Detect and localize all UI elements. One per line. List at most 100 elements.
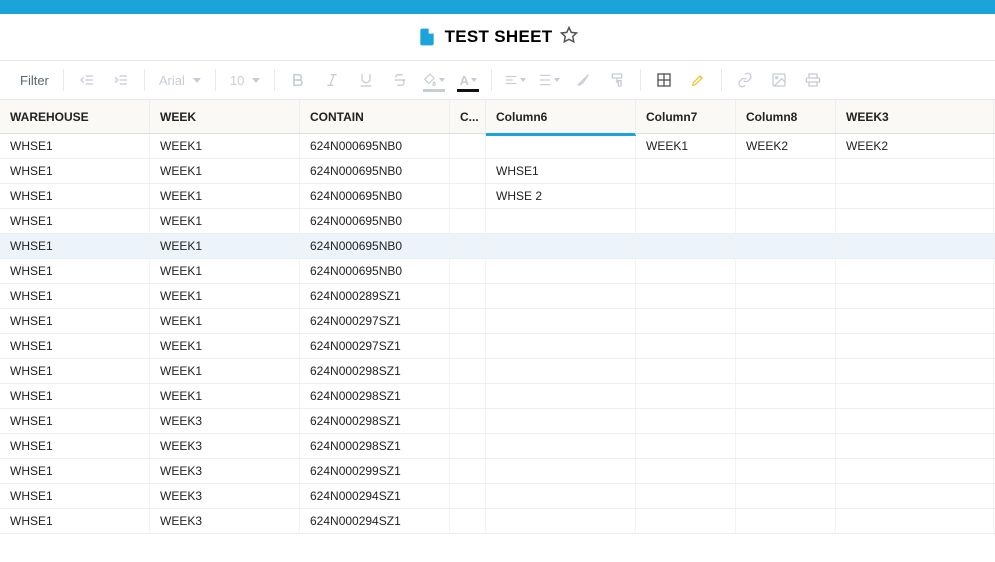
table-cell[interactable] [450,309,486,333]
table-cell[interactable]: 624N000298SZ1 [300,384,450,408]
table-cell[interactable] [450,209,486,233]
table-cell[interactable]: WEEK1 [150,234,300,258]
font-size-select[interactable]: 10 [224,73,266,88]
table-cell[interactable] [736,359,836,383]
table-row[interactable]: WHSE1WEEK3624N000294SZ1 [0,484,995,509]
table-row[interactable]: WHSE1WEEK1624N000695NB0 [0,234,995,259]
table-cell[interactable]: WEEK1 [150,309,300,333]
table-cell[interactable] [836,459,994,483]
table-cell[interactable] [736,209,836,233]
table-cell[interactable]: WHSE1 [0,209,150,233]
table-cell[interactable]: WEEK1 [150,259,300,283]
table-cell[interactable]: WEEK3 [150,459,300,483]
font-family-select[interactable]: Arial [153,73,207,88]
table-cell[interactable]: 624N000294SZ1 [300,484,450,508]
table-cell[interactable] [636,284,736,308]
table-cell[interactable] [450,509,486,533]
table-cell[interactable]: WEEK1 [636,134,736,158]
filter-button[interactable]: Filter [14,73,55,88]
table-cell[interactable] [636,359,736,383]
underline-button[interactable] [351,65,381,95]
fill-color-button[interactable] [419,65,449,95]
table-cell[interactable]: 624N000695NB0 [300,209,450,233]
table-cell[interactable]: WHSE1 [0,234,150,258]
column-header[interactable]: Column8 [736,100,836,133]
table-cell[interactable]: WEEK1 [150,184,300,208]
table-cell[interactable]: WHSE1 [0,459,150,483]
table-cell[interactable]: 624N000299SZ1 [300,459,450,483]
table-cell[interactable]: 624N000298SZ1 [300,359,450,383]
table-cell[interactable] [736,434,836,458]
table-cell[interactable] [486,309,636,333]
table-cell[interactable]: 624N000289SZ1 [300,284,450,308]
column-header[interactable]: C... [450,100,486,133]
table-cell[interactable] [450,234,486,258]
table-row[interactable]: WHSE1WEEK3624N000299SZ1 [0,459,995,484]
table-cell[interactable]: WHSE 2 [486,184,636,208]
table-cell[interactable] [450,259,486,283]
table-row[interactable]: WHSE1WEEK1624N000297SZ1 [0,309,995,334]
table-cell[interactable]: WHSE1 [0,284,150,308]
table-cell[interactable] [836,259,994,283]
table-cell[interactable]: 624N000695NB0 [300,184,450,208]
table-cell[interactable]: WEEK1 [150,159,300,183]
column-header[interactable]: CONTAIN [300,100,450,133]
table-cell[interactable] [486,134,636,158]
table-cell[interactable] [450,134,486,158]
strikethrough-button[interactable] [385,65,415,95]
conditional-format-button[interactable] [649,65,679,95]
table-cell[interactable]: 624N000695NB0 [300,259,450,283]
table-cell[interactable] [636,259,736,283]
image-button[interactable] [764,65,794,95]
table-cell[interactable] [836,509,994,533]
table-cell[interactable]: 624N000695NB0 [300,234,450,258]
table-cell[interactable]: 624N000297SZ1 [300,334,450,358]
table-cell[interactable] [736,234,836,258]
table-cell[interactable] [836,384,994,408]
table-cell[interactable] [450,384,486,408]
table-cell[interactable] [450,334,486,358]
table-cell[interactable]: WHSE1 [0,159,150,183]
table-cell[interactable] [836,334,994,358]
table-cell[interactable] [736,259,836,283]
table-cell[interactable]: WEEK1 [150,384,300,408]
column-header[interactable]: WEEK [150,100,300,133]
table-cell[interactable] [486,384,636,408]
link-button[interactable] [730,65,760,95]
table-cell[interactable] [486,234,636,258]
table-cell[interactable] [736,509,836,533]
table-cell[interactable]: WHSE1 [0,359,150,383]
table-row[interactable]: WHSE1WEEK1624N000695NB0WEEK1WEEK2WEEK2 [0,134,995,159]
table-cell[interactable]: WEEK1 [150,334,300,358]
table-cell[interactable] [736,159,836,183]
table-row[interactable]: WHSE1WEEK1624N000298SZ1 [0,384,995,409]
table-cell[interactable] [836,484,994,508]
table-cell[interactable] [836,159,994,183]
table-cell[interactable]: WHSE1 [0,384,150,408]
table-row[interactable]: WHSE1WEEK1624N000695NB0 [0,259,995,284]
star-icon[interactable] [560,26,578,49]
print-button[interactable] [798,65,828,95]
table-cell[interactable]: WEEK3 [150,409,300,433]
table-cell[interactable] [636,334,736,358]
table-cell[interactable] [736,284,836,308]
italic-button[interactable] [317,65,347,95]
table-cell[interactable] [486,509,636,533]
table-cell[interactable]: WHSE1 [0,184,150,208]
table-cell[interactable]: WHSE1 [0,334,150,358]
table-cell[interactable] [486,409,636,433]
table-cell[interactable]: WEEK1 [150,134,300,158]
clear-format-button[interactable] [568,65,598,95]
table-cell[interactable] [636,234,736,258]
table-cell[interactable]: WEEK1 [150,359,300,383]
table-cell[interactable] [486,209,636,233]
table-row[interactable]: WHSE1WEEK3624N000298SZ1 [0,434,995,459]
table-cell[interactable]: WHSE1 [0,484,150,508]
table-cell[interactable] [450,409,486,433]
table-row[interactable]: WHSE1WEEK1624N000297SZ1 [0,334,995,359]
table-cell[interactable]: WEEK3 [150,484,300,508]
column-header[interactable]: Column7 [636,100,736,133]
table-cell[interactable] [450,434,486,458]
column-header[interactable]: WEEK3 [836,100,994,133]
table-cell[interactable]: 624N000297SZ1 [300,309,450,333]
